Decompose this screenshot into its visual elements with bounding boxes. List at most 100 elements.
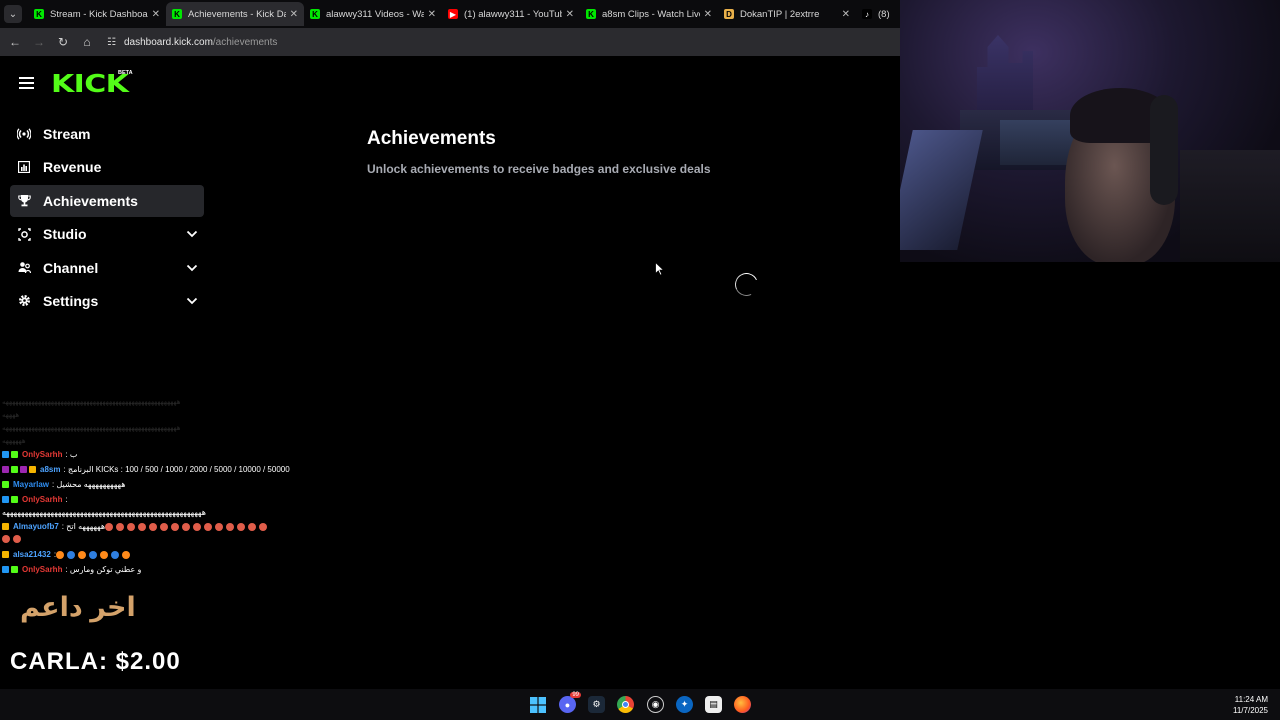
chat-text: : ههههههههههه محشيل (52, 480, 126, 489)
home-icon[interactable]: ⌂ (75, 35, 99, 49)
chat-text: : البرنامج KICKs : 100 / 500 / 1000 / 20… (63, 465, 290, 474)
url-host: dashboard.kick.com (123, 36, 213, 48)
system-clock[interactable]: 11:24 AM 11/7/2025 (1233, 694, 1268, 716)
windows-start-icon[interactable] (529, 696, 546, 713)
browser-tab-strip: ⌄ K Stream - Kick Dashboard ✕ K Achievem… (0, 0, 900, 28)
tab-dokantip[interactable]: D DokanTIP | 2extrre ✕ (718, 2, 856, 26)
last-donor-amount: CARLA: $2.00 (10, 648, 181, 675)
capcut-icon[interactable]: ▤ (705, 696, 722, 713)
tab-clips[interactable]: K a8sm Clips - Watch Live o ✕ (580, 2, 718, 26)
tab-videos[interactable]: K alawwy311 Videos - Watc ✕ (304, 2, 442, 26)
chevron-down-icon[interactable] (186, 295, 198, 307)
clock-date: 11/7/2025 (1233, 706, 1268, 715)
page-subtitle: Unlock achievements to receive badges an… (367, 162, 711, 176)
close-icon[interactable]: ✕ (566, 9, 574, 20)
chat-username: Almayuofb7 (13, 522, 59, 531)
kick-header: KICK BETA (0, 58, 900, 110)
tab-label: Achievements - Kick Dash (188, 8, 286, 20)
tiktok-icon: ♪ (862, 9, 872, 19)
kick-icon: K (586, 9, 596, 19)
chat-message: a8sm : البرنامج KICKs : 100 / 500 / 1000… (2, 465, 290, 474)
tab-label: Stream - Kick Dashboard (50, 8, 148, 20)
close-icon[interactable]: ✕ (704, 9, 712, 20)
close-icon[interactable]: ✕ (842, 9, 850, 20)
sidebar-item-stream[interactable]: Stream (10, 118, 204, 150)
sidebar-item-revenue[interactable]: Revenue (10, 151, 204, 183)
chat-username: OnlySarhh (22, 565, 63, 574)
sidebar-item-label: Studio (43, 226, 87, 243)
sidebar-item-label: Revenue (43, 159, 102, 176)
chat-text: هههههههههههههههههههههههههههههههههههههههه… (2, 508, 206, 517)
sidebar-item-settings[interactable]: Settings (10, 285, 204, 317)
dokan-icon: D (724, 9, 734, 19)
reload-icon[interactable]: ↻ (51, 35, 75, 49)
forward-icon[interactable]: → (27, 35, 51, 49)
tab-label: a8sm Clips - Watch Live o (602, 8, 700, 20)
back-icon[interactable]: ← (3, 35, 27, 49)
chat-faded-line: هههههههههههههههههههههههههههههههههههههههه… (2, 425, 181, 432)
kick-icon: K (172, 9, 182, 19)
chat-message: Almayuofb7 : ههههههه اتح (2, 522, 270, 531)
steam-icon[interactable]: ⚙ (588, 696, 605, 713)
chevron-down-icon[interactable] (186, 228, 198, 240)
close-icon[interactable]: ✕ (428, 9, 436, 20)
tab-label: (8)Me (878, 8, 890, 20)
tab-label: (1) alawwy311 - YouTube (464, 8, 562, 20)
trophy-icon (17, 194, 31, 208)
kick-icon: K (310, 9, 320, 19)
chat-faded-line: هههههههههههههههههههههههههههههههههههههههه… (2, 399, 181, 406)
loading-spinner-icon (731, 269, 762, 300)
discord-icon[interactable]: ● 99 (559, 692, 581, 713)
kick-logo[interactable]: KICK (51, 69, 129, 98)
chat-username: OnlySarhh (22, 495, 63, 504)
firefox-icon[interactable] (734, 696, 751, 713)
sidebar: Stream Revenue Achievements Studio Chann… (10, 118, 204, 318)
chat-username: Mayarlaw (13, 480, 50, 489)
chevron-down-icon[interactable] (186, 262, 198, 274)
close-icon[interactable]: ✕ (152, 9, 160, 20)
discord-badge: 99 (570, 692, 581, 698)
obs-icon[interactable]: ◉ (647, 696, 664, 713)
tab-search-button[interactable]: ⌄ (4, 5, 22, 23)
site-info-icon[interactable]: ☷ (107, 37, 116, 48)
url-field[interactable]: ☷ dashboard.kick.com/achievements (107, 37, 277, 48)
sidebar-item-achievements[interactable]: Achievements (10, 184, 204, 217)
menu-icon[interactable] (19, 77, 34, 89)
sidebar-item-label: Settings (43, 292, 99, 309)
clock-time: 11:24 AM (1234, 695, 1268, 704)
chat-text: : ب (65, 450, 78, 459)
address-bar: ← → ↻ ⌂ ☷ dashboard.kick.com/achievement… (0, 28, 900, 56)
app-icon[interactable]: ✦ (676, 696, 693, 713)
youtube-icon: ▶ (448, 9, 458, 19)
tab-achievements[interactable]: K Achievements - Kick Dash ✕ (166, 2, 304, 26)
sidebar-item-channel[interactable]: Channel (10, 252, 204, 284)
sidebar-item-label: Channel (43, 259, 99, 276)
broadcast-icon (17, 127, 31, 141)
chat-text: : (65, 495, 68, 504)
chrome-icon[interactable] (617, 696, 634, 713)
taskbar: ● 99 ⚙ ◉ ✦ ▤ 11:24 AM 11/7/2025 (0, 689, 1280, 720)
chat-emote-line (2, 535, 24, 543)
close-icon[interactable]: ✕ (290, 9, 298, 20)
mouse-cursor-icon (655, 262, 664, 276)
tab-label: alawwy311 Videos - Watc (326, 8, 424, 20)
page-title: Achievements (367, 128, 496, 149)
sidebar-item-label: Stream (43, 126, 91, 142)
chat-text: : و عطني توكن ومارس (65, 565, 142, 574)
chat-message: OnlySarhh : (2, 495, 68, 504)
chat-username: OnlySarhh (22, 450, 63, 459)
chat-username: a8sm (40, 465, 61, 474)
tab-youtube[interactable]: ▶ (1) alawwy311 - YouTube ✕ (442, 2, 580, 26)
chat-message: alsa21432 : (2, 550, 133, 559)
webcam-overlay (900, 0, 1280, 262)
chat-message: Mayarlaw : ههههههههههه محشيل (2, 480, 125, 489)
sidebar-item-studio[interactable]: Studio (10, 218, 204, 250)
users-icon (17, 261, 31, 275)
chat-faded-line: ههههههه (2, 438, 26, 445)
kick-icon: K (34, 9, 44, 19)
url-path: /achievements (212, 36, 278, 48)
tab-label: DokanTIP | 2extrre (740, 8, 820, 20)
tab-tiktok[interactable]: ♪ (8)Me (856, 2, 896, 26)
chart-icon (17, 160, 31, 174)
tab-stream-dashboard[interactable]: K Stream - Kick Dashboard ✕ (28, 2, 166, 26)
